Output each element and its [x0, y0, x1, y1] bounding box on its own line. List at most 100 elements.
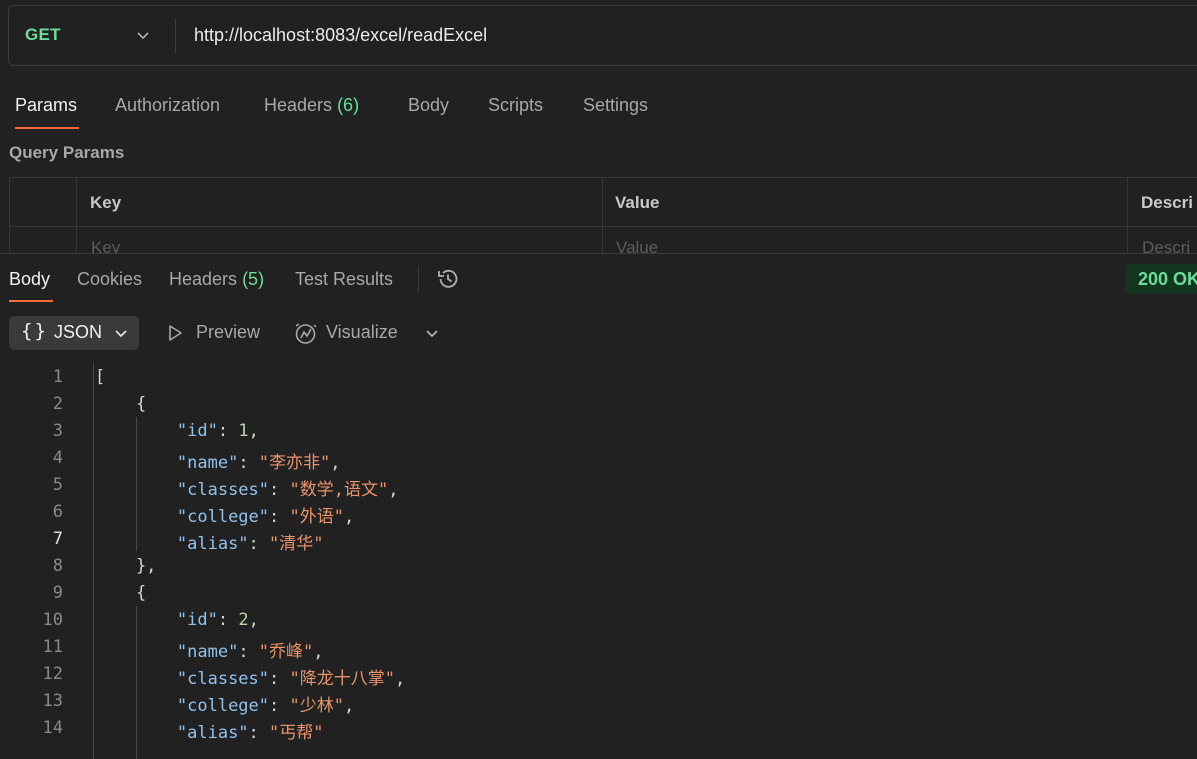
code-text: "name": "乔峰", — [176, 642, 324, 662]
response-tab-headers-label: Headers — [169, 269, 238, 289]
tab-separator — [418, 266, 419, 292]
json-string: "李亦非" — [258, 453, 331, 473]
code-line: 9 { — [0, 579, 1197, 606]
table-header-row — [10, 178, 1197, 227]
history-icon[interactable] — [435, 266, 461, 292]
line-number: 6 — [52, 502, 63, 522]
code-line: 14 "alias": "丐帮" — [0, 714, 1197, 743]
json-string: "少林" — [289, 696, 344, 716]
chevron-down-icon — [115, 330, 127, 338]
json-string: "乔峰" — [258, 642, 314, 662]
tab-scripts[interactable]: Scripts — [488, 95, 543, 116]
json-key: "name" — [176, 642, 239, 662]
line-number: 12 — [42, 664, 63, 684]
column-header-description: Descri — [1141, 193, 1193, 212]
chevron-down-icon[interactable] — [135, 27, 151, 43]
value-input[interactable]: Value — [616, 238, 658, 254]
key-input[interactable]: Key — [91, 238, 120, 254]
tab-headers-label: Headers — [264, 95, 333, 115]
code-text: "college": "外语", — [176, 507, 355, 527]
description-input[interactable]: Descri — [1142, 238, 1190, 254]
line-number: 3 — [52, 421, 63, 441]
braces-icon: {} — [21, 320, 48, 342]
line-number: 1 — [52, 367, 63, 387]
response-tab-body[interactable]: Body — [9, 269, 50, 290]
json-key: "classes" — [176, 669, 270, 689]
visualize-button[interactable]: Visualize — [326, 322, 398, 343]
json-string: "降龙十八掌" — [289, 669, 395, 689]
code-text: "name": "李亦非", — [176, 453, 341, 473]
code-line: 3 "id": 1, — [0, 417, 1197, 444]
response-tab-headers-count: (5) — [242, 269, 265, 289]
visualize-icon[interactable] — [293, 321, 318, 346]
tab-headers[interactable]: Headers (6) — [264, 95, 359, 116]
code-line: 12 "classes": "降龙十八掌", — [0, 660, 1197, 689]
json-key: "college" — [176, 696, 270, 716]
query-params-table: Key Value Descri Key Value Descri — [9, 177, 1197, 254]
tab-settings[interactable]: Settings — [583, 95, 648, 116]
query-params-title: Query Params — [9, 143, 125, 162]
code-text: }, — [95, 556, 157, 576]
tab-headers-count: (6) — [337, 95, 360, 115]
json-string: "数学,语文" — [289, 480, 389, 500]
status-badge: 200 OK — [1125, 264, 1197, 294]
code-text: { — [95, 583, 147, 603]
active-response-tab-indicator — [9, 300, 53, 302]
chevron-down-icon[interactable] — [424, 325, 440, 341]
json-number: 2 — [238, 610, 249, 630]
code-text: "classes": "降龙十八掌", — [176, 669, 406, 689]
response-tab-headers[interactable]: Headers (5) — [169, 269, 264, 290]
column-divider — [76, 178, 77, 254]
url-input[interactable]: http://localhost:8083/excel/readExcel — [194, 25, 487, 46]
column-header-key: Key — [90, 193, 122, 212]
line-number: 5 — [52, 475, 63, 495]
json-string: "清华" — [269, 534, 324, 554]
code-text: "id": 2, — [176, 610, 259, 630]
code-text: "alias": "丐帮" — [176, 723, 324, 743]
json-key: "alias" — [176, 534, 249, 554]
response-tab-cookies[interactable]: Cookies — [77, 269, 142, 290]
line-number: 9 — [52, 583, 63, 603]
column-divider — [1127, 178, 1128, 254]
column-header-value: Value — [615, 193, 660, 212]
url-bar: GET http://localhost:8083/excel/readExce… — [8, 5, 1197, 66]
line-number: 11 — [42, 637, 63, 657]
code-text: { — [95, 394, 147, 414]
preview-button[interactable]: Preview — [196, 322, 260, 343]
format-label: JSON — [54, 322, 103, 342]
code-line: 13 "college": "少林", — [0, 687, 1197, 716]
json-key: "alias" — [176, 723, 249, 743]
active-tab-indicator — [15, 127, 79, 129]
json-key: "college" — [176, 507, 270, 527]
code-line: 10 "id": 2, — [0, 606, 1197, 633]
json-string: "丐帮" — [269, 723, 324, 743]
play-icon[interactable] — [165, 323, 185, 343]
tab-params[interactable]: Params — [15, 95, 77, 116]
tab-body[interactable]: Body — [408, 95, 449, 116]
tab-authorization[interactable]: Authorization — [115, 95, 220, 116]
code-line: 8 }, — [0, 552, 1197, 579]
json-key: "id" — [176, 610, 218, 630]
format-select-button[interactable]: {} JSON — [9, 316, 139, 350]
line-number: 8 — [52, 556, 63, 576]
json-key: "classes" — [176, 480, 270, 500]
line-number: 10 — [42, 610, 63, 630]
url-separator — [175, 18, 176, 54]
response-tab-test-results[interactable]: Test Results — [295, 269, 393, 290]
line-number: 7 — [52, 529, 63, 549]
code-line: 11 "name": "乔峰", — [0, 633, 1197, 662]
method-select[interactable]: GET — [25, 25, 61, 45]
line-number: 13 — [42, 691, 63, 711]
code-text: [ — [95, 367, 106, 387]
code-line: 5 "classes": "数学,语文", — [0, 471, 1197, 500]
json-string: "外语" — [289, 507, 344, 527]
code-text: "alias": "清华" — [176, 534, 324, 554]
code-text: "classes": "数学,语文", — [176, 480, 399, 500]
column-divider — [602, 178, 603, 254]
code-line: 6 "college": "外语", — [0, 498, 1197, 527]
pane-divider[interactable] — [0, 253, 1197, 254]
response-body-editor[interactable]: 1 [2 {3 "id": 1, 4 "name": "李亦非", 5 "classe… — [0, 363, 1197, 759]
code-text: "college": "少林", — [176, 696, 355, 716]
line-number: 14 — [42, 718, 63, 738]
code-line: 4 "name": "李亦非", — [0, 444, 1197, 473]
